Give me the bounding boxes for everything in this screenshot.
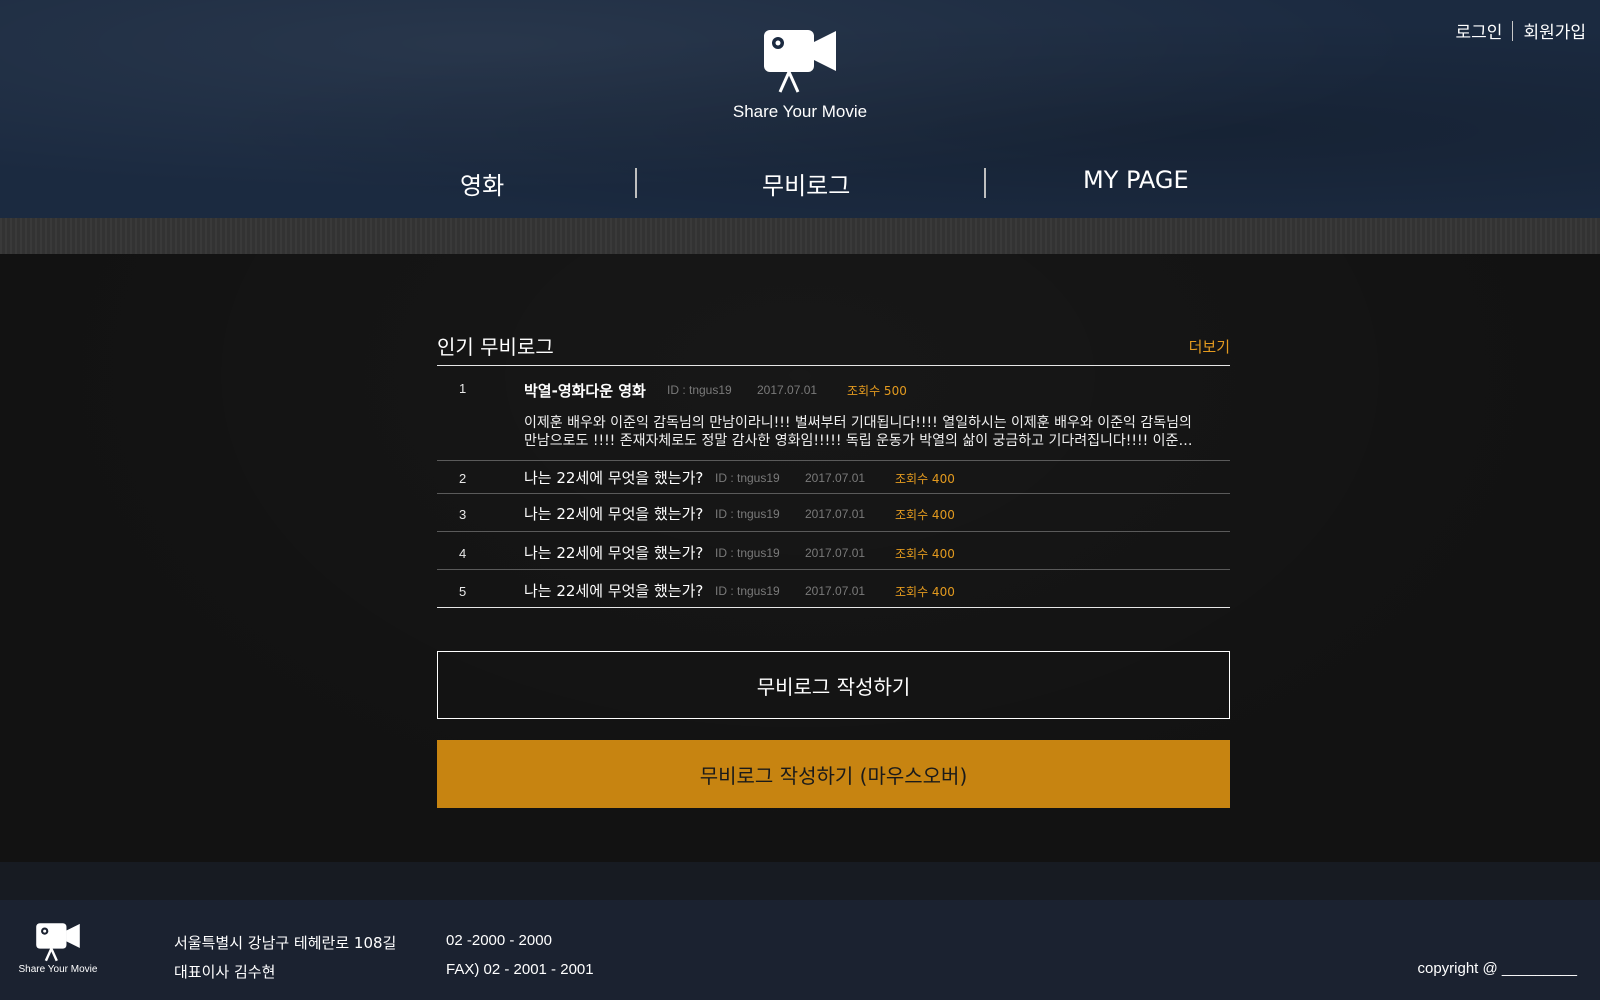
nav-divider bbox=[635, 168, 637, 198]
post-date: 2017.07.01 bbox=[805, 584, 866, 598]
post-date: 2017.07.01 bbox=[757, 383, 818, 397]
post-author: ID : tngus19 bbox=[715, 546, 780, 560]
page: 로그인 회원가입 Share Your Movie 영화 무비로그 MY PAG… bbox=[0, 0, 1600, 1000]
list-item[interactable]: 3 나는 22세에 무엇을 했는가? ID : tngus19 2017.07.… bbox=[437, 494, 1230, 532]
movie-camera-icon bbox=[36, 923, 80, 962]
list-item[interactable]: 5 나는 22세에 무엇을 했는가? ID : tngus19 2017.07.… bbox=[437, 570, 1230, 608]
footer-fax: FAX) 02 - 2001 - 2001 bbox=[446, 961, 594, 978]
main-nav: 영화 무비로그 MY PAGE bbox=[0, 158, 1600, 208]
footer-phone: 02 -2000 - 2000 bbox=[446, 932, 552, 949]
post-date: 2017.07.01 bbox=[805, 546, 866, 560]
footer-logo[interactable]: Share Your Movie bbox=[18, 922, 98, 986]
post-author: ID : tngus19 bbox=[715, 584, 780, 598]
auth-links: 로그인 회원가입 bbox=[1456, 18, 1586, 43]
more-link[interactable]: 더보기 bbox=[1189, 336, 1230, 357]
rank-number: 1 bbox=[459, 381, 467, 396]
list-item[interactable]: 1 박열-영화다운 영화 ID : tngus19 2017.07.01 조회수… bbox=[437, 366, 1230, 461]
movie-camera-icon bbox=[764, 30, 836, 93]
footer-logo-text: Share Your Movie bbox=[18, 964, 98, 975]
rank-number: 4 bbox=[459, 546, 467, 561]
post-title[interactable]: 나는 22세에 무엇을 했는가? bbox=[524, 503, 703, 524]
nav-divider bbox=[984, 168, 986, 198]
post-views: 조회수 400 bbox=[895, 508, 955, 522]
footer-strip bbox=[0, 862, 1600, 900]
post-views: 조회수 400 bbox=[895, 547, 955, 561]
footer-ceo: 대표이사 김수현 bbox=[174, 963, 276, 981]
rank-number: 5 bbox=[459, 584, 467, 599]
write-movielog-button[interactable]: 무비로그 작성하기 bbox=[437, 651, 1230, 719]
post-views: 조회수 400 bbox=[895, 472, 955, 486]
post-author: ID : tngus19 bbox=[667, 383, 732, 397]
post-title[interactable]: 박열-영화다운 영화 bbox=[524, 380, 646, 401]
post-title[interactable]: 나는 22세에 무엇을 했는가? bbox=[524, 467, 703, 488]
post-views: 조회수 400 bbox=[895, 585, 955, 599]
nav-item-movie[interactable]: 영화 bbox=[460, 166, 504, 201]
nav-item-movielog[interactable]: 무비로그 bbox=[762, 166, 850, 201]
rank-number: 3 bbox=[459, 507, 467, 522]
site-footer: Share Your Movie 서울특별시 강남구 테헤란로 108길 대표이… bbox=[0, 900, 1600, 1000]
logo-text: Share Your Movie bbox=[732, 102, 868, 121]
popular-movielog-list: 1 박열-영화다운 영화 ID : tngus19 2017.07.01 조회수… bbox=[437, 366, 1230, 608]
write-movielog-button-hover[interactable]: 무비로그 작성하기 (마우스오버) bbox=[437, 740, 1230, 808]
footer-address: 서울특별시 강남구 테헤란로 108길 bbox=[174, 934, 397, 952]
footer-copyright: copyright @ _________ bbox=[1417, 960, 1577, 977]
site-header: 로그인 회원가입 Share Your Movie 영화 무비로그 MY PAG… bbox=[0, 0, 1600, 218]
post-title[interactable]: 나는 22세에 무엇을 했는가? bbox=[524, 542, 703, 563]
post-author: ID : tngus19 bbox=[715, 507, 780, 521]
list-item[interactable]: 2 나는 22세에 무엇을 했는가? ID : tngus19 2017.07.… bbox=[437, 461, 1230, 494]
section-title: 인기 무비로그 bbox=[437, 335, 554, 359]
post-views: 조회수 500 bbox=[847, 384, 907, 398]
site-logo[interactable]: Share Your Movie bbox=[720, 28, 880, 128]
post-date: 2017.07.01 bbox=[805, 471, 866, 485]
post-excerpt: 이제훈 배우와 이준익 감독님의 만남이라니!!! 벌써부터 기대됩니다!!!!… bbox=[524, 414, 1214, 450]
signup-link[interactable]: 회원가입 bbox=[1523, 18, 1586, 43]
post-date: 2017.07.01 bbox=[805, 507, 866, 521]
login-link[interactable]: 로그인 bbox=[1456, 18, 1503, 43]
post-author: ID : tngus19 bbox=[715, 471, 780, 485]
post-excerpt-line: 만남으로도 !!!! 존재자체로도 정말 감사한 영화임!!!!! 독립 운동가… bbox=[524, 433, 1193, 449]
rank-number: 2 bbox=[459, 471, 467, 486]
list-item[interactable]: 4 나는 22세에 무엇을 했는가? ID : tngus19 2017.07.… bbox=[437, 532, 1230, 570]
post-title[interactable]: 나는 22세에 무엇을 했는가? bbox=[524, 580, 703, 601]
auth-divider bbox=[1512, 20, 1514, 41]
post-excerpt-line: 이제훈 배우와 이준익 감독님의 만남이라니!!! 벌써부터 기대됩니다!!!!… bbox=[524, 415, 1192, 431]
popular-movielog-header: 인기 무비로그 더보기 bbox=[437, 329, 1230, 366]
header-texture-band bbox=[0, 218, 1600, 254]
nav-item-mypage[interactable]: MY PAGE bbox=[1083, 166, 1189, 194]
